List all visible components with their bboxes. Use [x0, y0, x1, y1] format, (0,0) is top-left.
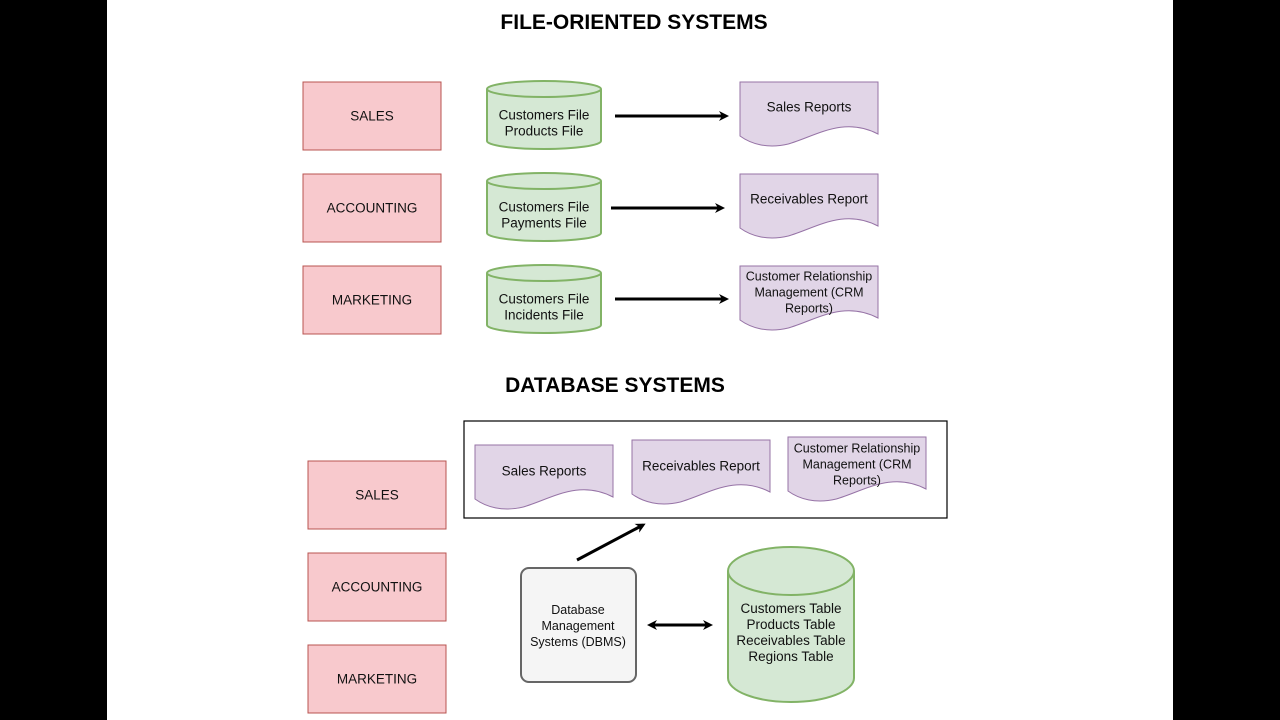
department-box[interactable]: ACCOUNTING [302, 173, 442, 243]
report-document[interactable]: Customer Relationship Management (CRM Repo… [739, 265, 879, 331]
diagram-svg: FILE-ORIENTED SYSTEMS DATABASE SYSTEMS S… [302, 11, 948, 714]
department-box[interactable]: MARKETING [302, 265, 442, 335]
file-cylinder[interactable]: Customers File Payments File [486, 172, 602, 242]
file-oriented-row-sales: SALES Customers File Products File Sales Re… [302, 80, 879, 151]
file-oriented-row-marketing: MARKETING Customers File Incidents File Cus… [302, 264, 879, 335]
department-box-accounting[interactable]: ACCOUNTING [307, 552, 447, 622]
files-label: Customers File Incidents File [499, 292, 590, 323]
report-label: Sales Reports [502, 464, 587, 479]
file-cylinder[interactable]: Customers File Products File [486, 80, 602, 150]
department-box-sales[interactable]: SALES [307, 460, 447, 530]
database-report-document[interactable]: Sales Reports [474, 444, 614, 510]
department-label: SALES [355, 488, 399, 503]
report-document[interactable]: Receivables Report [739, 173, 879, 239]
database-systems-title: DATABASE SYSTEMS [505, 374, 725, 397]
report-label: Receivables Report [642, 459, 760, 474]
database-reports: Sales Reports Receivables Report Customer … [474, 436, 927, 510]
database-cylinder[interactable]: Customers Table Products Table Receivables… [727, 546, 855, 703]
file-oriented-rows: SALES Customers File Products File Sales Re… [302, 80, 879, 335]
database-report-document[interactable]: Customer Relationship Management (CRM Repo… [787, 436, 927, 502]
department-label: MARKETING [332, 293, 412, 308]
file-oriented-title: FILE-ORIENTED SYSTEMS [500, 11, 767, 34]
files-label: Customers File Products File [499, 108, 590, 139]
department-label: ACCOUNTING [327, 201, 418, 216]
department-label: MARKETING [337, 672, 417, 687]
database-tables-label: Customers Table Products Table Receivables… [736, 601, 845, 664]
report-label: Sales Reports [767, 100, 852, 115]
file-oriented-row-accounting: ACCOUNTING Customers File Payments File Rec… [302, 172, 879, 243]
diagram-canvas: FILE-ORIENTED SYSTEMS DATABASE SYSTEMS S… [107, 0, 1173, 720]
report-document[interactable]: Sales Reports [739, 81, 879, 147]
department-label: ACCOUNTING [332, 580, 423, 595]
department-box-marketing[interactable]: MARKETING [307, 644, 447, 714]
files-label: Customers File Payments File [499, 200, 590, 231]
file-cylinder[interactable]: Customers File Incidents File [486, 264, 602, 334]
department-label: SALES [350, 109, 394, 124]
department-box[interactable]: SALES [302, 81, 442, 151]
database-report-document[interactable]: Receivables Report [631, 439, 771, 505]
database-departments: SALES ACCOUNTING MARKETING [307, 460, 447, 714]
report-label: Receivables Report [750, 192, 868, 207]
dbms-to-reports-arrow [576, 523, 646, 562]
dbms-box[interactable]: Database Management Systems (DBMS) [520, 567, 637, 683]
